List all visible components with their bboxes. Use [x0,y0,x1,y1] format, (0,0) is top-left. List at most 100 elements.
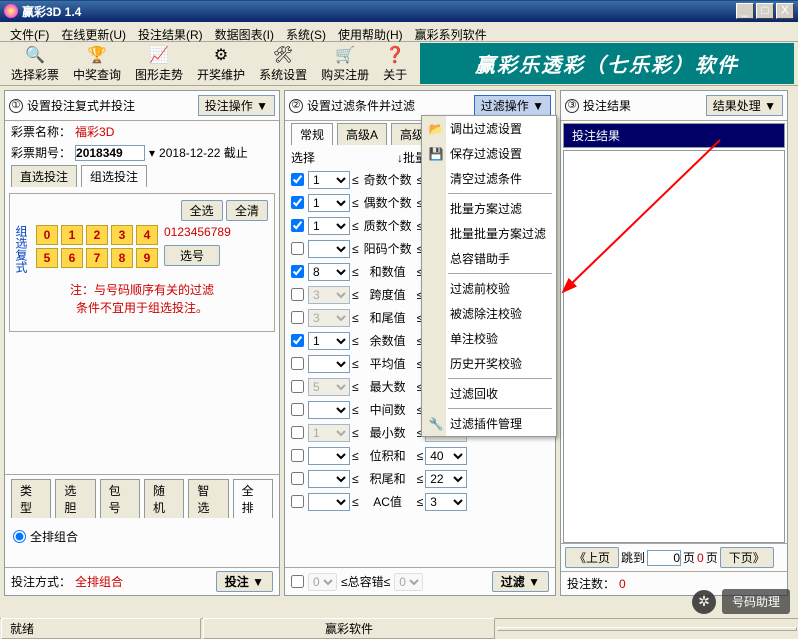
result-tab[interactable]: 投注结果 [563,123,785,148]
filter-lo[interactable]: 1 [308,332,350,350]
menu-help[interactable]: 使用帮助(H) [332,24,409,39]
dd-item-15[interactable]: 🔧过滤插件管理 [422,411,556,436]
filter-lo[interactable] [308,470,350,488]
dd-item-11[interactable]: 历史开奖校验 [422,351,556,376]
tolerance-lo[interactable]: 0 [308,573,337,591]
dd-item-9[interactable]: 被滤除注校验 [422,301,556,326]
btab-smart[interactable]: 智选 [188,479,228,518]
filter-check[interactable] [291,426,304,439]
tb-trend[interactable]: 📈图形走势 [128,41,190,86]
tab-group-bet[interactable]: 组选投注 [81,165,147,187]
bet-ops-dropdown[interactable]: 投注操作 ▼ [198,95,275,116]
menu-charts[interactable]: 数据图表(I) [209,24,280,39]
num-2[interactable]: 2 [86,225,108,245]
filter-hi[interactable]: 40 [425,447,467,465]
total-tolerance-check[interactable] [291,575,304,588]
dd-item-10[interactable]: 单注校验 [422,326,556,351]
filter-check[interactable] [291,265,304,278]
filter-check[interactable] [291,219,304,232]
full-combo-radio[interactable] [13,530,26,543]
filter-lo[interactable]: 1 [308,217,350,235]
filter-lo[interactable]: 1 [308,171,350,189]
tb-draw-maint[interactable]: ⚙开奖维护 [190,41,252,86]
clear-all-button[interactable]: 全清 [226,200,268,221]
menu-update[interactable]: 在线更新(U) [55,24,132,39]
tb-settings[interactable]: 🛠系统设置 [252,41,314,86]
pick-numbers-button[interactable]: 选号 [164,245,220,266]
menu-system[interactable]: 系统(S) [280,24,332,39]
tb-select-lottery[interactable]: 🔍选择彩票 [4,41,66,86]
filter-lo[interactable] [308,355,350,373]
filter-lo[interactable] [308,447,350,465]
num-8[interactable]: 8 [111,248,133,268]
num-3[interactable]: 3 [111,225,133,245]
filter-check[interactable] [291,311,304,324]
close-button[interactable]: X [776,3,794,19]
tb-buy[interactable]: 🛒购买注册 [314,41,376,86]
menu-results[interactable]: 投注结果(R) [132,24,209,39]
filter-check[interactable] [291,288,304,301]
filter-lo[interactable]: 1 [308,424,350,442]
filter-check[interactable] [291,403,304,416]
btab-random[interactable]: 随机 [144,479,184,518]
tolerance-hi[interactable]: 0 [394,573,423,591]
next-page-button[interactable]: 下页》 [720,547,774,568]
filter-button[interactable]: 过滤 ▼ [492,571,549,592]
tab-direct-bet[interactable]: 直选投注 [11,165,77,187]
dd-item-8[interactable]: 过滤前校验 [422,276,556,301]
dd-item-5[interactable]: 批量批量方案过滤 [422,221,556,246]
filter-lo[interactable] [308,240,350,258]
menu-file[interactable]: 文件(F) [4,24,55,39]
filter-check[interactable] [291,380,304,393]
num-0[interactable]: 0 [36,225,58,245]
period-dropdown-icon[interactable]: ▾ [149,146,155,160]
num-7[interactable]: 7 [86,248,108,268]
num-1[interactable]: 1 [61,225,83,245]
bet-button[interactable]: 投注 ▼ [216,571,273,592]
filter-check[interactable] [291,357,304,370]
dd-item-6[interactable]: 总容错助手 [422,246,556,271]
prev-page-button[interactable]: 《上页 [565,547,619,568]
ftab-normal[interactable]: 常规 [291,123,333,145]
dd-item-4[interactable]: 批量方案过滤 [422,196,556,221]
filter-lo[interactable] [308,401,350,419]
num-6[interactable]: 6 [61,248,83,268]
btab-type[interactable]: 类型 [11,479,51,518]
filter-check[interactable] [291,196,304,209]
num-4[interactable]: 4 [136,225,158,245]
num-5[interactable]: 5 [36,248,58,268]
ftab-adva[interactable]: 高级A [337,123,387,145]
period-input[interactable] [75,145,145,161]
jump-page-input[interactable] [647,550,681,566]
filter-hi[interactable]: 22 [425,470,467,488]
filter-lo[interactable]: 8 [308,263,350,281]
filter-check[interactable] [291,449,304,462]
btab-bao[interactable]: 包号 [100,479,140,518]
filter-check[interactable] [291,334,304,347]
filter-lo[interactable] [308,493,350,511]
dd-item-13[interactable]: 过滤回收 [422,381,556,406]
select-all-button[interactable]: 全选 [181,200,223,221]
minimize-button[interactable]: _ [736,3,754,19]
tb-prize-query[interactable]: 🏆中奖查询 [66,41,128,86]
filter-hi[interactable]: 3 [425,493,467,511]
btab-dan[interactable]: 选胆 [55,479,95,518]
filter-check[interactable] [291,495,304,508]
num-9[interactable]: 9 [136,248,158,268]
filter-lo[interactable]: 5 [308,378,350,396]
btab-full[interactable]: 全排 [233,479,273,518]
filter-check[interactable] [291,173,304,186]
dd-item-2[interactable]: 清空过滤条件 [422,166,556,191]
dd-item-0[interactable]: 📂调出过滤设置 [422,116,556,141]
tb-about[interactable]: ❓关于 [376,41,414,86]
filter-check[interactable] [291,472,304,485]
filter-lo[interactable]: 1 [308,194,350,212]
dd-item-1[interactable]: 💾保存过滤设置 [422,141,556,166]
result-ops-dropdown[interactable]: 结果处理 ▼ [706,95,783,116]
filter-check[interactable] [291,242,304,255]
menu-series[interactable]: 赢彩系列软件 [409,24,493,39]
filter-lo[interactable]: 3 [308,286,350,304]
maximize-button[interactable]: □ [756,3,774,19]
filter-ops-dropdown[interactable]: 过滤操作 ▼ [474,95,551,116]
filter-lo[interactable]: 3 [308,309,350,327]
